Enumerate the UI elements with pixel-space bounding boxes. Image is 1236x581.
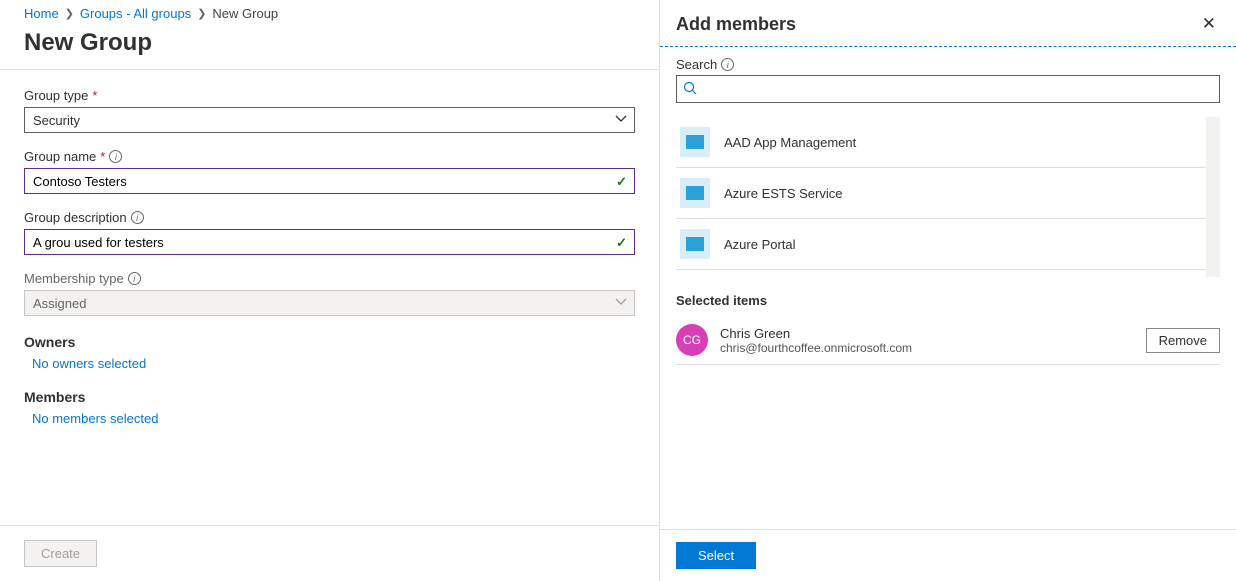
close-icon[interactable]: ✕: [1198, 10, 1220, 38]
required-marker: *: [92, 88, 97, 103]
selected-email: chris@fourthcoffee.onmicrosoft.com: [720, 341, 1134, 355]
scroll-down-icon[interactable]: ▼: [1206, 265, 1220, 277]
membership-type-label: Membership type: [24, 271, 124, 286]
new-group-form: Group type * Security Group name * i: [0, 70, 659, 525]
app-icon: [680, 178, 710, 208]
selected-item-row: CG Chris Green chris@fourthcoffee.onmicr…: [676, 316, 1220, 365]
selected-name: Chris Green: [720, 326, 1134, 341]
remove-button[interactable]: Remove: [1146, 328, 1220, 353]
avatar: CG: [676, 324, 708, 356]
info-icon[interactable]: i: [131, 211, 144, 224]
no-members-link[interactable]: No members selected: [24, 411, 635, 426]
selected-items-heading: Selected items: [676, 293, 1220, 308]
scrollbar-thumb[interactable]: [1206, 117, 1220, 155]
group-type-label: Group type: [24, 88, 88, 103]
breadcrumb-groups[interactable]: Groups - All groups: [80, 6, 191, 21]
info-icon[interactable]: i: [721, 58, 734, 71]
no-owners-link[interactable]: No owners selected: [24, 356, 635, 371]
page-title: New Group: [0, 25, 659, 69]
group-type-select[interactable]: Security: [24, 107, 635, 133]
membership-type-value: Assigned: [33, 296, 86, 311]
result-name: Azure ESTS Service: [724, 186, 843, 201]
info-icon[interactable]: i: [128, 272, 141, 285]
info-icon[interactable]: i: [109, 150, 122, 163]
members-heading: Members: [24, 389, 635, 405]
result-name: Azure Portal: [724, 237, 796, 252]
breadcrumb-home[interactable]: Home: [24, 6, 59, 21]
result-item[interactable]: Azure ESTS Service: [676, 168, 1206, 219]
group-type-value: Security: [33, 113, 80, 128]
search-label: Search: [676, 57, 717, 72]
group-description-input[interactable]: [24, 229, 635, 255]
owners-heading: Owners: [24, 334, 635, 350]
search-input[interactable]: [676, 75, 1220, 103]
result-item[interactable]: AAD App Management: [676, 117, 1206, 168]
group-name-input[interactable]: [24, 168, 635, 194]
select-button[interactable]: Select: [676, 542, 756, 569]
chevron-right-icon: ❯: [65, 7, 74, 20]
group-name-label: Group name: [24, 149, 96, 164]
chevron-right-icon: ❯: [197, 7, 206, 20]
required-marker: *: [100, 149, 105, 164]
membership-type-select: Assigned: [24, 290, 635, 316]
app-icon: [680, 127, 710, 157]
add-members-panel: Add members ✕ Search i ▲ ▼: [660, 0, 1236, 581]
group-description-label: Group description: [24, 210, 127, 225]
app-icon: [680, 229, 710, 259]
result-item[interactable]: Azure Portal: [676, 219, 1206, 270]
scroll-up-icon[interactable]: ▲: [1206, 117, 1220, 129]
breadcrumb-current: New Group: [212, 6, 278, 21]
breadcrumb: Home ❯ Groups - All groups ❯ New Group: [0, 0, 659, 25]
create-button: Create: [24, 540, 97, 567]
blade-title: Add members: [676, 14, 796, 35]
result-name: AAD App Management: [724, 135, 856, 150]
search-results-list[interactable]: ▲ ▼ AAD App Management Azure ESTS Servic…: [676, 117, 1220, 277]
